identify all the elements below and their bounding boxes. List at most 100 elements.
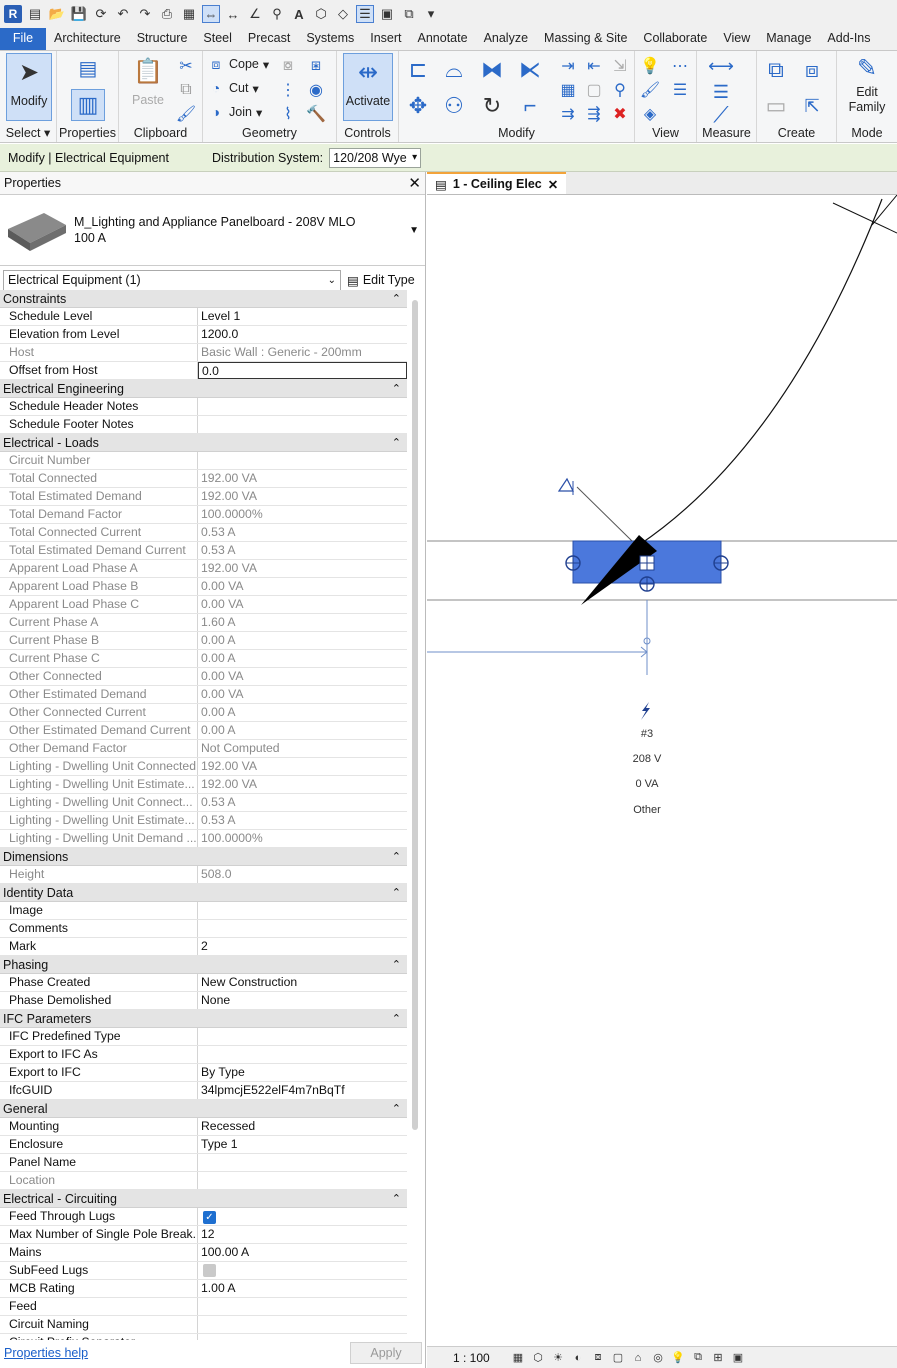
collapse-icon[interactable]: ⌃ <box>392 886 401 899</box>
property-value[interactable]: 1.00 A <box>198 1280 407 1297</box>
save-icon[interactable]: 💾 <box>70 5 88 23</box>
type-properties-icon[interactable]: ▤ <box>75 55 101 81</box>
eraser-icon[interactable]: ◈ <box>639 103 661 125</box>
checkbox[interactable]: ✓ <box>203 1211 216 1224</box>
tab-precast[interactable]: Precast <box>240 28 298 50</box>
dimension-icon[interactable]: ⟋ <box>703 101 739 129</box>
override-graphics-icon[interactable]: ⋯ <box>669 55 691 77</box>
measure-line-icon[interactable]: ☰ <box>703 81 739 103</box>
property-value[interactable]: 12 <box>198 1226 407 1243</box>
property-value[interactable]: 0.0 <box>198 362 407 379</box>
array-icon[interactable]: ▦ <box>557 79 579 101</box>
property-value[interactable]: New Construction <box>198 974 407 991</box>
measure-tool-icon[interactable]: ⇔ <box>202 5 220 23</box>
collapse-icon[interactable]: ⌃ <box>392 1102 401 1115</box>
view-tab[interactable]: ▤ 1 - Ceiling Elec ✕ <box>427 172 567 194</box>
property-value[interactable] <box>198 1028 407 1045</box>
section-icon[interactable]: ◇ <box>334 5 352 23</box>
lock-3d-icon[interactable]: ⌂ <box>631 1351 645 1365</box>
property-value[interactable]: Level 1 <box>198 308 407 325</box>
worksharing-icon[interactable]: ⧉ <box>691 1351 705 1365</box>
property-value[interactable] <box>198 398 407 415</box>
property-value[interactable]: 100.00 A <box>198 1244 407 1261</box>
mirror-draw-icon[interactable]: ⧔ <box>515 55 545 85</box>
align-icon[interactable]: ⊏ <box>403 55 433 85</box>
create-group-icon[interactable]: ⧉ <box>761 55 791 85</box>
match-type-icon[interactable]: 🖌 <box>175 103 197 125</box>
property-value[interactable]: None <box>198 992 407 1009</box>
open-icon[interactable]: 📂 <box>48 5 66 23</box>
3d-view-icon[interactable]: ⬡ <box>312 5 330 23</box>
drawing-canvas[interactable]: #3 208 V 0 VA Other <box>427 194 897 1339</box>
pin-icon[interactable]: ⚲ <box>609 79 631 101</box>
group-header[interactable]: Dimensions ⌃ <box>0 848 407 866</box>
copy-icon[interactable]: ⧉ <box>175 79 197 101</box>
collapse-icon[interactable]: ⌃ <box>392 1192 401 1205</box>
property-value[interactable]: ✓ <box>198 1208 407 1225</box>
close-icon[interactable]: ✕ <box>548 177 558 192</box>
distribution-system-select[interactable]: 120/208 Wye ▾ <box>329 147 422 168</box>
properties-scrollbar[interactable] <box>410 290 420 1340</box>
create-assembly-icon[interactable]: ⧈ <box>797 55 827 85</box>
property-value[interactable]: Type 1 <box>198 1136 407 1153</box>
split-gap-icon[interactable]: ⇤ <box>583 55 605 77</box>
paint-icon[interactable]: ◉ <box>305 79 327 101</box>
property-value[interactable]: 34lpmcjE522elF4m7nBqTf <box>198 1082 407 1099</box>
group-header[interactable]: IFC Parameters ⌃ <box>0 1010 407 1028</box>
undo-icon[interactable]: ↶ <box>114 5 132 23</box>
group-header[interactable]: Constraints ⌃ <box>0 290 407 308</box>
connector-bottom-icon[interactable] <box>639 576 655 592</box>
split-face-icon[interactable]: ⋮ <box>277 79 299 101</box>
demolish-icon[interactable]: ⌇ <box>277 103 299 125</box>
tab-massing-site[interactable]: Massing & Site <box>536 28 635 50</box>
home-icon[interactable]: ▤ <box>26 5 44 23</box>
notch-icon[interactable]: ⧇ <box>277 55 299 77</box>
thin-lines-icon[interactable]: ☰ <box>356 5 374 23</box>
tab-architecture[interactable]: Architecture <box>46 28 129 50</box>
angular-icon[interactable]: ∠ <box>246 5 264 23</box>
mirror-axis-icon[interactable]: ⧓ <box>477 55 507 85</box>
switch-windows-icon[interactable]: ⧉ <box>400 5 418 23</box>
group-header[interactable]: Electrical Engineering ⌃ <box>0 380 407 398</box>
apply-button[interactable]: Apply <box>350 1342 422 1364</box>
chevron-down-icon[interactable]: ▼ <box>409 225 419 236</box>
connector-left-icon[interactable] <box>565 555 581 571</box>
move-icon[interactable]: ✥ <box>403 91 433 121</box>
filter-icon[interactable]: ☰ <box>669 79 691 101</box>
text-icon[interactable]: A <box>290 5 308 23</box>
app-menu-icon[interactable]: R <box>4 5 22 23</box>
tab-insert[interactable]: Insert <box>362 28 409 50</box>
scale-icon[interactable]: ▢ <box>583 79 605 101</box>
paste-button[interactable]: 📋 Paste <box>125 53 171 108</box>
crop-region-icon[interactable]: ▢ <box>611 1351 625 1365</box>
close-hidden-icon[interactable]: ▣ <box>378 5 396 23</box>
hammer-icon[interactable]: 🔨 <box>305 103 327 125</box>
aligned-dimension-icon[interactable]: ↔ <box>224 5 242 23</box>
lightbulb-icon[interactable]: 💡 <box>639 55 661 77</box>
edit-type-button[interactable]: ▤ Edit Type <box>347 273 415 288</box>
flip-control-icon[interactable] <box>557 477 574 495</box>
group-header[interactable]: Identity Data ⌃ <box>0 884 407 902</box>
type-selector[interactable]: M_Lighting and Appliance Panelboard - 20… <box>0 194 425 266</box>
customize-qat-icon[interactable]: ▾ <box>422 5 440 23</box>
property-value[interactable] <box>198 1262 407 1279</box>
highlight-icon[interactable]: ▣ <box>731 1351 745 1365</box>
cope-button[interactable]: ⧈ Cope ▾ <box>207 55 270 73</box>
wall-joins-icon[interactable]: ⧆ <box>305 55 327 77</box>
tab-add-ins[interactable]: Add-Ins <box>819 28 878 50</box>
visual-style-icon[interactable]: ⬡ <box>531 1351 545 1365</box>
tab-annotate[interactable]: Annotate <box>410 28 476 50</box>
print-icon[interactable]: ⎙ <box>158 5 176 23</box>
trim-single-icon[interactable]: ⇉ <box>557 103 579 125</box>
property-value[interactable] <box>198 1046 407 1063</box>
create-similar-icon[interactable]: ⇱ <box>797 91 827 121</box>
property-value[interactable] <box>198 902 407 919</box>
create-parts-icon[interactable]: ▭ <box>761 91 791 121</box>
group-header[interactable]: Electrical - Loads ⌃ <box>0 434 407 452</box>
detail-level-icon[interactable]: ▦ <box>511 1351 525 1365</box>
tag-icon[interactable]: ⚲ <box>268 5 286 23</box>
temporary-hide-icon[interactable]: ◎ <box>651 1351 665 1365</box>
join-button[interactable]: ◑ Join ▾ <box>207 103 262 121</box>
group-header[interactable]: Phasing ⌃ <box>0 956 407 974</box>
sync-icon[interactable]: ⟳ <box>92 5 110 23</box>
